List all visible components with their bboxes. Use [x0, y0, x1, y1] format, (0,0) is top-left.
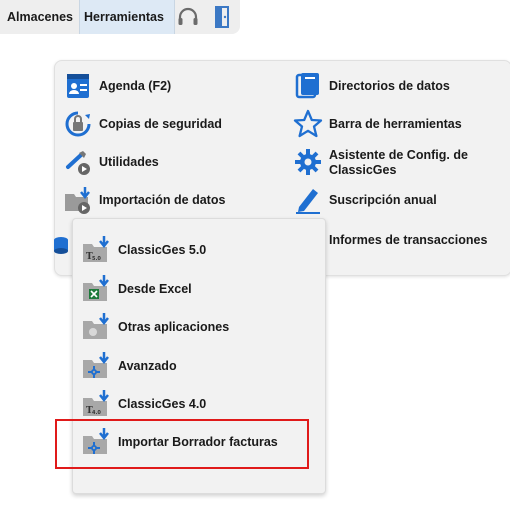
gear-icon — [295, 149, 321, 175]
menu-item-label: Importación de datos — [99, 193, 226, 207]
menu-herramientas[interactable]: Herramientas — [84, 10, 164, 24]
submenu-item-label: ClassicGes 5.0 — [118, 243, 207, 257]
menu-item-utilidades[interactable]: Utilidades — [63, 147, 273, 177]
database-icon — [54, 237, 68, 254]
import-folder-icon — [65, 187, 90, 214]
menu-item-label: Informes de transacciones — [329, 233, 488, 247]
pen-icon — [296, 189, 320, 214]
apps-folder-icon — [83, 313, 109, 339]
backup-icon — [65, 111, 91, 137]
menu-item-label: Suscripción anual — [329, 193, 437, 207]
menu-item-label: Barra de herramientas — [329, 117, 462, 131]
svg-text:5.0: 5.0 — [92, 256, 101, 262]
directories-icon — [295, 73, 319, 99]
headset-icon[interactable] — [176, 5, 200, 29]
exit-door-icon[interactable] — [210, 5, 234, 29]
menu-item-agenda[interactable]: Agenda (F2) — [63, 71, 273, 101]
submenu-item-classicges5[interactable]: T 5.0 ClassicGes 5.0 — [81, 235, 317, 265]
excel-folder-icon — [83, 275, 109, 301]
tools-icon — [66, 151, 90, 175]
submenu-item-excel[interactable]: Desde Excel — [81, 274, 317, 304]
menu-item-copias[interactable]: Copias de seguridad — [63, 109, 273, 139]
submenu-item-avanzado[interactable]: Avanzado — [81, 351, 317, 381]
submenu-item-label: ClassicGes 4.0 — [118, 397, 207, 411]
star-icon — [293, 109, 323, 138]
menu-item-label: Copias de seguridad — [99, 117, 222, 131]
agenda-icon — [67, 74, 89, 98]
advanced-folder-icon — [83, 352, 109, 378]
menu-item-label: Directorios de datos — [329, 79, 450, 93]
menu-item-suscripcion[interactable]: Suscripción anual — [293, 185, 503, 215]
submenu-item-label: Desde Excel — [118, 282, 192, 296]
menu-item-directorios[interactable]: Directorios de datos — [293, 71, 503, 101]
classicges-5-folder-icon: T 5.0 — [83, 236, 109, 262]
submenu-item-classicges4[interactable]: T 4.0 ClassicGes 4.0 — [81, 389, 317, 419]
classicges-4-folder-icon: T 4.0 — [83, 390, 109, 416]
menu-almacenes[interactable]: Almacenes — [7, 10, 73, 24]
submenu-item-label: Avanzado — [118, 359, 177, 373]
menu-item-label: Agenda (F2) — [99, 79, 172, 93]
submenu-item-label: Otras aplicaciones — [118, 320, 230, 334]
menu-item-importacion[interactable]: Importación de datos — [63, 185, 273, 215]
menu-item-barra[interactable]: Barra de herramientas — [293, 109, 503, 139]
menu-bar: Almacenes Herramientas — [0, 0, 240, 34]
highlight-box — [55, 419, 309, 469]
menu-item-label: Asistente de Config. de ClassicGes — [329, 148, 468, 177]
menu-item-label: Utilidades — [99, 155, 159, 169]
svg-text:4.0: 4.0 — [92, 410, 101, 416]
menu-item-asistente[interactable]: Asistente de Config. de ClassicGes — [293, 147, 503, 177]
submenu-item-otras[interactable]: Otras aplicaciones — [81, 312, 317, 342]
